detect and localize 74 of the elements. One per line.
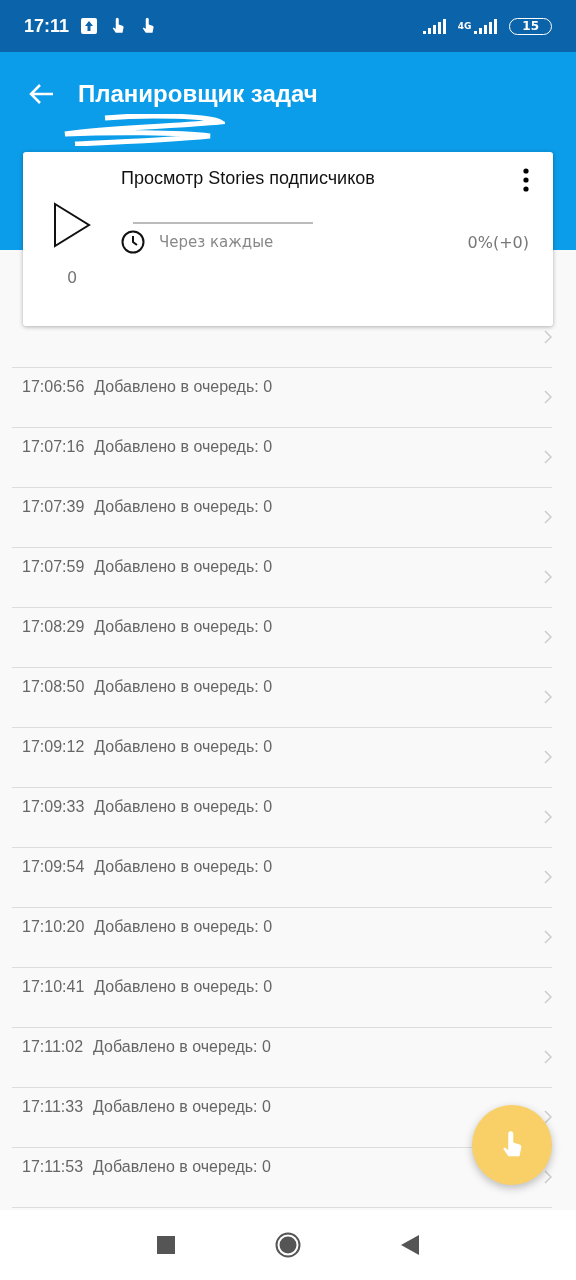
chevron-icon[interactable] — [544, 390, 552, 404]
chevron-icon[interactable] — [544, 510, 552, 524]
upload-icon — [81, 18, 98, 34]
chevron-icon[interactable] — [544, 1170, 552, 1184]
back-icon[interactable] — [401, 1235, 419, 1255]
log-row[interactable]: 17:09:33 Добавлено в очередь: 0 — [12, 788, 552, 848]
chevron-icon[interactable] — [544, 1050, 552, 1064]
log-row[interactable]: 17:07:39 Добавлено в очередь: 0 — [12, 488, 552, 548]
log-time: 17:11:33 — [22, 1098, 84, 1116]
network-type: 4G — [457, 21, 472, 31]
log-row[interactable]: 17:07:59 Добавлено в очередь: 0 — [12, 548, 552, 608]
chevron-icon[interactable] — [544, 450, 552, 464]
play-icon[interactable] — [53, 202, 91, 248]
log-time: 17:07:39 — [22, 498, 85, 516]
action-button[interactable] — [472, 1105, 552, 1185]
task-count: 0 — [66, 268, 78, 287]
chevron-icon[interactable] — [544, 570, 552, 584]
log-row[interactable]: 17:07:16 Добавлено в очередь: 0 — [12, 428, 552, 488]
log-time: 17:07:59 — [22, 558, 85, 576]
chevron-icon[interactable] — [544, 330, 552, 344]
task-card[interactable]: 0 Просмотр Stories подписчиков Через каждые 0%(+0) — [23, 152, 553, 326]
signal-icon — [421, 18, 446, 34]
log-time: 17:10:41 — [22, 978, 85, 996]
log-time: 17:06:56 — [22, 378, 85, 396]
chevron-icon[interactable] — [544, 750, 552, 764]
chevron-icon[interactable] — [544, 690, 552, 704]
log-message: Добавлено в очередь: 0 — [94, 618, 273, 636]
signal-icon — [473, 18, 498, 34]
log-message: Добавлено в очередь: 0 — [94, 798, 273, 816]
log-row[interactable]: 17:09:12 Добавлено в очередь: 0 — [12, 728, 552, 788]
log-time: 17:09:54 — [22, 858, 85, 876]
log-row[interactable]: 17:10:20 Добавлено в очередь: 0 — [12, 908, 552, 968]
chevron-icon[interactable] — [544, 990, 552, 1004]
log-row[interactable]: 17:11:02 Добавлено в очередь: 0 — [12, 1028, 552, 1088]
log-time: 17:11:53 — [22, 1158, 84, 1176]
log-row[interactable]: 17:08:50 Добавлено в очередь: 0 — [12, 668, 552, 728]
log-message: Добавлено в очередь: 0 — [93, 1098, 271, 1116]
log-row[interactable]: 17:10:41 Добавлено в очередь: 0 — [12, 968, 552, 1028]
log-row[interactable]: 17:09:54 Добавлено в очередь: 0 — [12, 848, 552, 908]
chevron-icon[interactable] — [544, 1110, 552, 1124]
log-time: 17:08:29 — [22, 618, 85, 636]
log-time: 17:11:02 — [22, 1038, 84, 1056]
log-row[interactable]: 17:08:29 Добавлено в очередь: 0 — [12, 608, 552, 668]
log-time: 17:08:50 — [22, 678, 85, 696]
chevron-icon[interactable] — [544, 930, 552, 944]
clock: 17:11 — [24, 15, 70, 37]
log-message: Добавлено в очередь: 0 — [93, 1038, 271, 1056]
log-message: Добавлено в очередь: 0 — [94, 978, 273, 996]
screen-title: Планировщик задач — [78, 79, 318, 107]
log-message: Добавлено в очередь: 0 — [94, 498, 273, 516]
chevron-icon[interactable] — [544, 810, 552, 824]
recent-apps-icon[interactable] — [157, 1236, 175, 1254]
back-arrow-icon[interactable] — [28, 82, 54, 105]
log-message: Добавлено в очередь: 0 — [94, 918, 273, 936]
log-message: Добавлено в очередь: 0 — [94, 738, 273, 756]
log-message: Добавлено в очередь: 0 — [94, 438, 273, 456]
log-message: Добавлено в очередь: 0 — [94, 678, 273, 696]
progress-text: 0%(+0) — [467, 232, 529, 252]
chevron-icon[interactable] — [544, 630, 552, 644]
log-time: 17:10:20 — [22, 918, 85, 936]
log-message: Добавлено в очередь: 0 — [94, 858, 273, 876]
log-time: 17:09:33 — [22, 798, 85, 816]
schedule-text: Через каждые — [159, 233, 275, 251]
chevron-icon[interactable] — [544, 870, 552, 884]
log-message: Добавлено в очередь: 0 — [93, 1158, 271, 1176]
more-options-icon[interactable] — [523, 168, 529, 192]
log-message: Добавлено в очередь: 0 — [94, 378, 273, 396]
task-title: Просмотр Stories подписчиков — [121, 168, 375, 190]
log-time: 17:07:16 — [22, 438, 85, 456]
log-time: 17:09:12 — [22, 738, 85, 756]
log-message: Добавлено в очередь: 0 — [94, 558, 273, 576]
clock-icon — [121, 230, 145, 254]
log-row[interactable]: 17:06:56 Добавлено в очередь: 0 — [12, 368, 552, 428]
home-icon[interactable] — [275, 1232, 301, 1258]
